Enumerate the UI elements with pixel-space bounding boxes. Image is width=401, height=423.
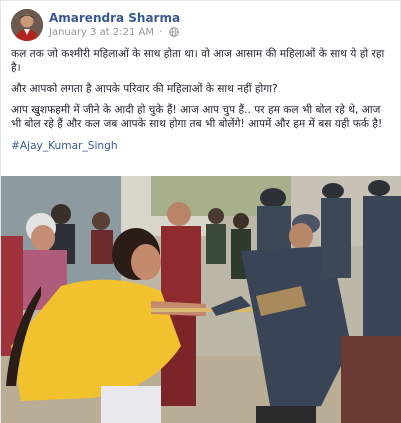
post-paragraph: आप खुशफहमी में जीने के आदी हो चुके हैं! … [11, 104, 383, 130]
post-paragraph: और आपको लगता है आपके परिवार की महिलाओं क… [11, 83, 278, 95]
facebook-post: Amarendra Sharma January 3 at 2:21 AM · … [0, 0, 401, 423]
meta-separator: · [159, 27, 163, 38]
globe-icon[interactable] [168, 27, 179, 40]
post-timestamp[interactable]: January 3 at 2:21 AM [49, 27, 154, 38]
post-paragraph: कल तक जो कश्मीरी महिलाओं के साथ होता था।… [11, 48, 385, 74]
author-avatar[interactable] [11, 9, 43, 41]
news-photo-illustration [1, 176, 401, 423]
post-body: कल तक जो कश्मीरी महिलाओं के साथ होता था।… [11, 47, 393, 153]
post-header: Amarendra Sharma January 3 at 2:21 AM · [11, 9, 391, 43]
hashtag-link[interactable]: #Ajay_Kumar_Singh [11, 139, 393, 153]
post-meta: January 3 at 2:21 AM · [49, 27, 179, 40]
post-photo[interactable] [1, 176, 401, 423]
author-name[interactable]: Amarendra Sharma [49, 11, 180, 25]
